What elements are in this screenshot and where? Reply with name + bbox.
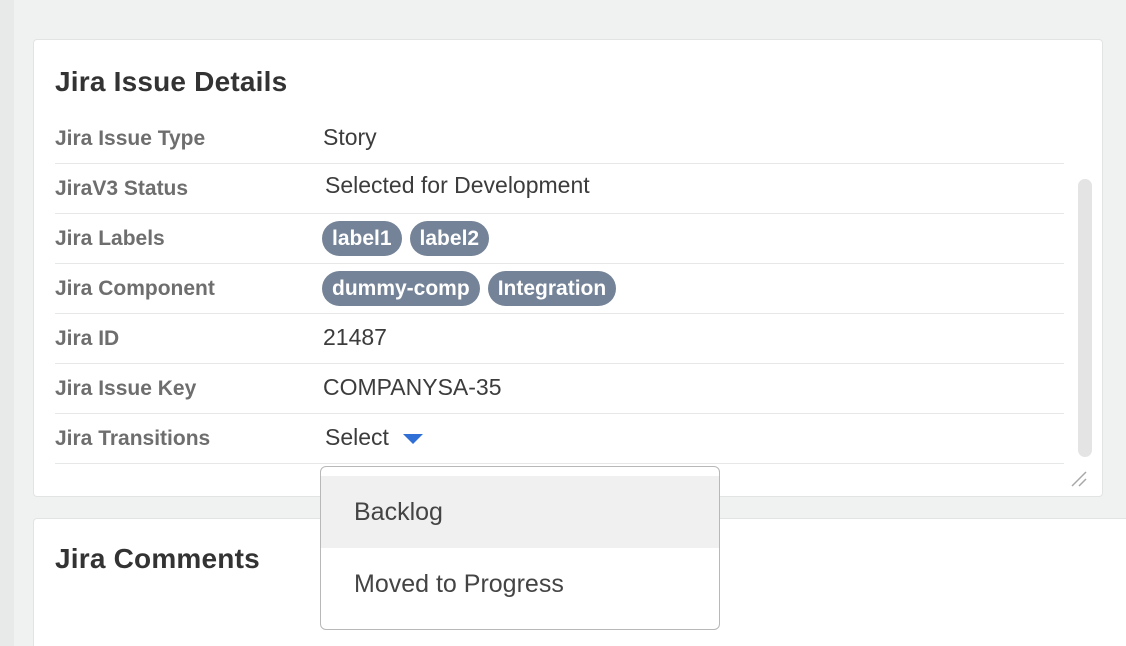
- row-value: COMPANYSA-35: [323, 374, 502, 400]
- row-value: Selected for Development: [325, 172, 590, 198]
- left-panel-edge: [0, 0, 14, 646]
- details-list: Jira Issue Type Story JiraV3 Status Sele…: [55, 114, 1064, 464]
- row-label: Jira Component: [55, 277, 215, 300]
- row-issue-type: Jira Issue Type Story: [55, 114, 1064, 164]
- row-label: Jira Issue Key: [55, 377, 197, 400]
- card-title: Jira Comments: [55, 543, 260, 574]
- row-jira-id: Jira ID 21487: [55, 314, 1064, 364]
- resize-handle-icon[interactable]: [1068, 468, 1090, 490]
- transitions-dropdown-menu: Backlog Moved to Progress: [320, 466, 720, 630]
- label-pill: label1: [322, 221, 402, 256]
- label-pill: label2: [409, 221, 490, 256]
- component-pill: dummy-comp: [322, 271, 480, 306]
- transitions-select[interactable]: Select: [325, 420, 423, 454]
- row-label: Jira Issue Type: [55, 127, 206, 150]
- row-transitions: Jira Transitions Select: [55, 414, 1064, 464]
- select-value: Select: [325, 423, 389, 450]
- row-status: JiraV3 Status Selected for Development: [55, 164, 1064, 214]
- card-title: Jira Issue Details: [55, 66, 288, 97]
- scrollbar[interactable]: [1078, 179, 1092, 457]
- label-pills: label1 label2: [322, 221, 490, 256]
- component-pills: dummy-comp Integration: [322, 271, 617, 306]
- row-label: Jira Transitions: [55, 427, 211, 450]
- row-label: Jira ID: [55, 327, 120, 350]
- chevron-down-icon: [402, 434, 423, 444]
- dropdown-option-moved-to-progress[interactable]: Moved to Progress: [321, 548, 719, 620]
- row-label: JiraV3 Status: [55, 177, 189, 200]
- row-issue-key: Jira Issue Key COMPANYSA-35: [55, 364, 1064, 414]
- row-value: Story: [323, 124, 377, 150]
- row-label: Jira Labels: [55, 227, 165, 250]
- jira-issue-details-card: Jira Issue Details Jira Issue Type Story…: [33, 39, 1103, 497]
- row-value: 21487: [323, 324, 387, 350]
- component-pill: Integration: [487, 271, 617, 306]
- row-labels: Jira Labels label1 label2: [55, 214, 1064, 264]
- row-component: Jira Component dummy-comp Integration: [55, 264, 1064, 314]
- dropdown-option-backlog[interactable]: Backlog: [321, 476, 719, 548]
